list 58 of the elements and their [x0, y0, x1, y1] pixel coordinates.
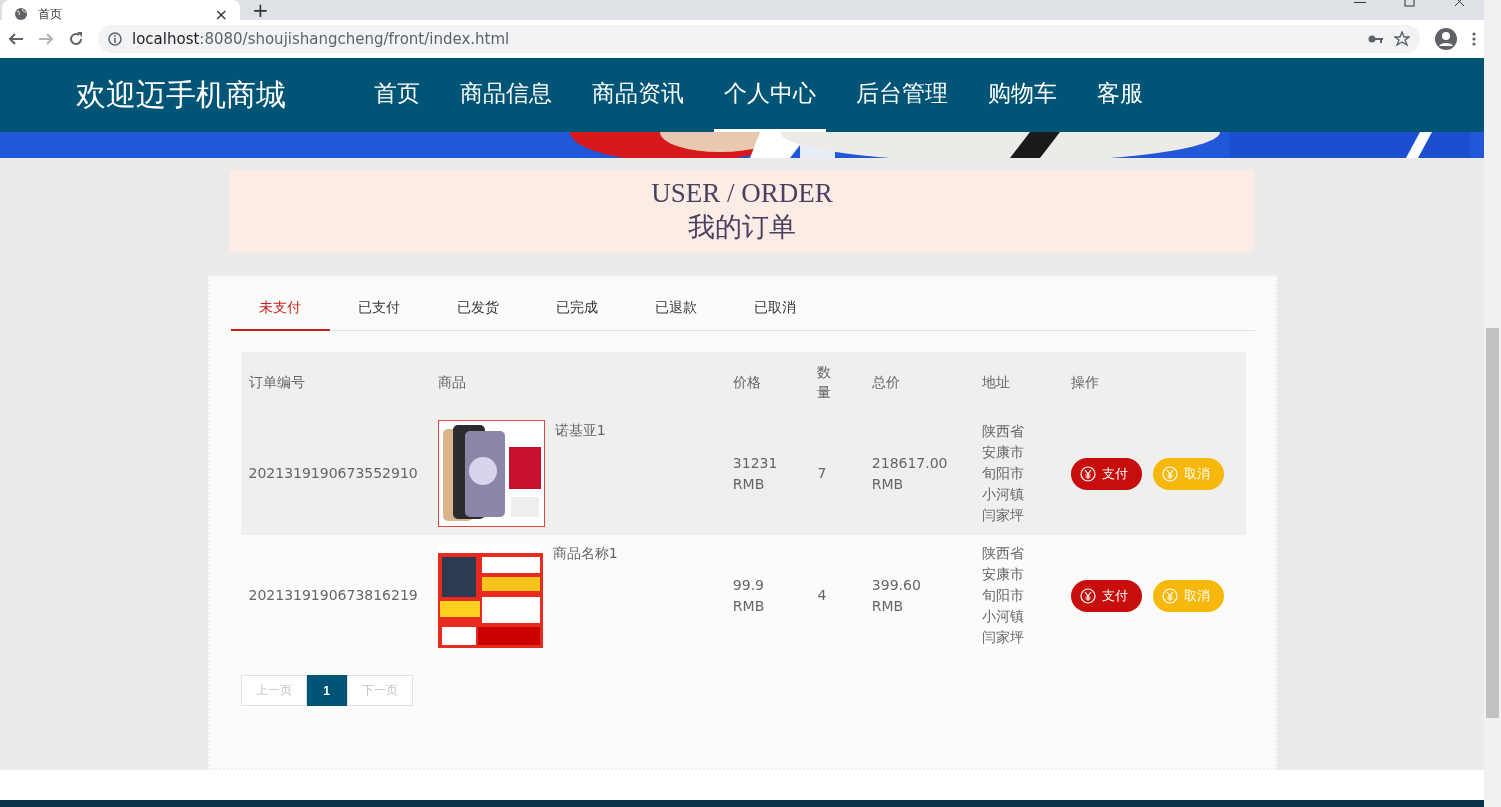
nav-link[interactable]: 客服	[1087, 58, 1153, 132]
page-button[interactable]: 1	[306, 675, 347, 706]
close-tab-button[interactable]: ×	[214, 4, 228, 20]
scrollbar-thumb[interactable]	[1486, 328, 1499, 718]
info-icon	[108, 32, 122, 46]
browser-tab[interactable]: 首页 ×	[2, 0, 240, 20]
status-tab[interactable]: 已完成	[527, 287, 627, 331]
address-bar[interactable]: localhost:8080/shoujishangcheng/front/index.html	[98, 25, 1420, 53]
tab-title: 首页	[38, 5, 63, 20]
site-title: 欢迎迈手机商城	[76, 75, 286, 114]
pay-button[interactable]: 支付	[1071, 457, 1143, 490]
table-cell: 7	[817, 465, 827, 481]
table-cell-text: 陕西省安康市旬阳市小河镇闫家坪	[981, 544, 1024, 647]
url-text: localhost:8080/shoujishangcheng/front/index.html	[132, 30, 510, 48]
pay-button[interactable]: 支付	[1071, 579, 1143, 612]
status-tab[interactable]: 已支付	[329, 287, 429, 331]
nav-link[interactable]: 后台管理	[846, 58, 958, 132]
account-icon[interactable]	[1434, 27, 1458, 51]
column-header: 商品	[437, 374, 466, 390]
table-cell-text: 99.9 RMB	[732, 575, 766, 616]
yen-icon	[1162, 465, 1179, 482]
column-header: 数量	[817, 363, 832, 402]
nav-link[interactable]: 购物车	[978, 58, 1067, 132]
table-cell-text: 陕西省安康市旬阳市小河镇闫家坪	[981, 422, 1024, 525]
table-cell: 2021319190673816219	[248, 587, 418, 603]
reload-icon[interactable]	[68, 31, 84, 47]
column-header: 总价	[871, 374, 900, 390]
restore-icon[interactable]	[1404, 0, 1416, 8]
yen-icon	[1080, 587, 1097, 604]
table-cell-text: 31231 RMB	[732, 453, 775, 494]
product-name[interactable]: 商品名称1	[552, 543, 618, 564]
status-tab[interactable]: 已退款	[626, 287, 726, 331]
column-header: 操作	[1071, 374, 1100, 390]
nav-link[interactable]: 商品信息	[450, 58, 562, 132]
column-header: 价格	[732, 374, 761, 390]
status-tab[interactable]: 未支付	[230, 287, 330, 331]
heading-subtitle: 我的订单	[688, 209, 796, 244]
column-header: 地址	[981, 374, 1010, 390]
close-icon[interactable]	[1454, 0, 1466, 8]
table-cell-text: 399.60 RMB	[871, 575, 922, 616]
heading-title: USER / ORDER	[651, 177, 833, 209]
nav-link[interactable]: 商品资讯	[582, 58, 694, 132]
status-tab[interactable]: 已取消	[725, 287, 825, 331]
minimize-icon[interactable]	[1354, 0, 1366, 6]
table-cell-text: 218617.00 RMB	[871, 453, 949, 494]
back-icon[interactable]	[8, 31, 24, 47]
key-icon[interactable]	[1368, 34, 1384, 44]
status-tab[interactable]: 已发货	[428, 287, 528, 331]
menu-icon[interactable]	[1472, 31, 1476, 47]
yen-icon	[1080, 465, 1097, 482]
column-header: 订单编号	[248, 374, 305, 390]
table-cell: 2021319190673552910	[248, 465, 418, 481]
yen-icon	[1162, 587, 1179, 604]
nav-link[interactable]: 首页	[364, 58, 430, 132]
star-icon[interactable]	[1394, 31, 1410, 47]
table-cell: 4	[817, 587, 827, 603]
product-name[interactable]: 诺基亚1	[554, 420, 606, 441]
new-tab-button[interactable]: +	[252, 0, 269, 20]
